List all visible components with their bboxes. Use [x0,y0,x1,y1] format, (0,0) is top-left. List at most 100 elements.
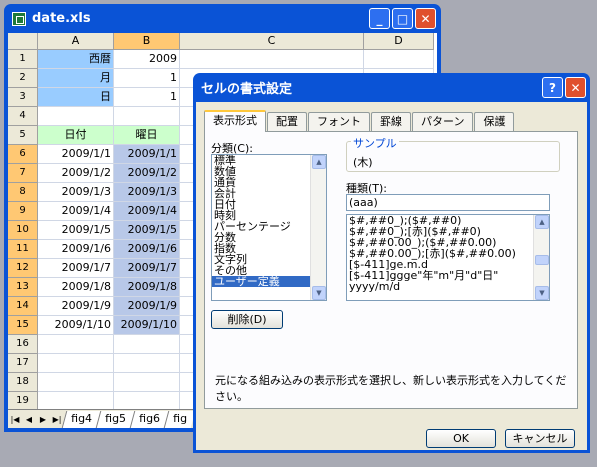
category-list[interactable]: 標準 数値 通貨 会計 日付 時刻 パーセンテージ 分数 指数 文字列 その他 ユーザー定義 ▲ ▼ [211,154,327,301]
cell-a6[interactable]: 2009/1/1 [38,145,114,164]
cell-b18[interactable] [114,373,180,392]
cell-b10[interactable]: 2009/1/5 [114,221,180,240]
scroll-up-icon[interactable]: ▲ [535,215,549,229]
row-header[interactable]: 2 [8,69,38,88]
cell-d1[interactable] [364,50,434,69]
row-header[interactable]: 1 [8,50,38,69]
cell-a7[interactable]: 2009/1/2 [38,164,114,183]
sample-value: (木) [353,156,373,169]
cell-b9[interactable]: 2009/1/4 [114,202,180,221]
cell-a16[interactable] [38,335,114,354]
row-header[interactable]: 4 [8,107,38,126]
excel-app-icon [12,11,26,26]
row-header[interactable]: 10 [8,221,38,240]
column-header-b[interactable]: B [114,33,180,50]
cell-a12[interactable]: 2009/1/7 [38,259,114,278]
cell-b17[interactable] [114,354,180,373]
maximize-button[interactable]: □ [392,8,413,29]
cell-b15[interactable]: 2009/1/10 [114,316,180,335]
cell-a8[interactable]: 2009/1/3 [38,183,114,202]
cell-a10[interactable]: 2009/1/5 [38,221,114,240]
row-header[interactable]: 9 [8,202,38,221]
cell-a11[interactable]: 2009/1/6 [38,240,114,259]
scroll-down-icon[interactable]: ▼ [312,286,326,300]
cell-b8[interactable]: 2009/1/3 [114,183,180,202]
tab-number[interactable]: 表示形式 [204,110,266,132]
cell-b5[interactable]: 曜日 [114,126,180,145]
cancel-button[interactable]: キャンセル [505,429,575,448]
close-button[interactable]: ✕ [415,8,436,29]
cell-b14[interactable]: 2009/1/9 [114,297,180,316]
cell-b1[interactable]: 2009 [114,50,180,69]
scroll-up-icon[interactable]: ▲ [312,155,326,169]
cell-a14[interactable]: 2009/1/9 [38,297,114,316]
row-header[interactable]: 14 [8,297,38,316]
delete-button[interactable]: 削除(D) [211,310,283,329]
type-input[interactable]: (aaa) [346,194,550,211]
row-header[interactable]: 13 [8,278,38,297]
ok-button[interactable]: OK [426,429,496,448]
cell-a9[interactable]: 2009/1/4 [38,202,114,221]
cell-a18[interactable] [38,373,114,392]
dialog-title-bar[interactable]: セルの書式設定 ? ✕ [196,73,587,102]
prev-sheet-icon[interactable]: ◀ [22,415,36,424]
cell-b11[interactable]: 2009/1/6 [114,240,180,259]
row-header[interactable]: 12 [8,259,38,278]
select-all-corner[interactable] [8,33,38,50]
format-scrollbar[interactable]: ▲ ▼ [533,215,549,300]
sheet-tab[interactable]: fig4 [61,410,101,428]
dialog-close-button[interactable]: ✕ [565,77,586,98]
cell-b16[interactable] [114,335,180,354]
row-header[interactable]: 7 [8,164,38,183]
tab-border[interactable]: 罫線 [371,112,411,132]
sheet-tab[interactable]: fig5 [95,410,135,428]
tab-alignment[interactable]: 配置 [267,112,307,132]
tab-protection[interactable]: 保護 [474,112,515,132]
minimize-button[interactable]: _ [369,8,390,29]
scroll-thumb[interactable] [535,255,549,265]
cell-a3[interactable]: 日 [38,88,114,107]
cell-b6[interactable]: 2009/1/1 [114,145,180,164]
row-header[interactable]: 18 [8,373,38,392]
cell-b7[interactable]: 2009/1/2 [114,164,180,183]
cell-b13[interactable]: 2009/1/8 [114,278,180,297]
row-header[interactable]: 15 [8,316,38,335]
cell-a4[interactable] [38,107,114,126]
last-sheet-icon[interactable]: ▶| [50,415,64,424]
cell-a17[interactable] [38,354,114,373]
row-header[interactable]: 11 [8,240,38,259]
category-item[interactable]: ユーザー定義 [212,276,326,287]
cell-a15[interactable]: 2009/1/10 [38,316,114,335]
cell-a2[interactable]: 月 [38,69,114,88]
first-sheet-icon[interactable]: |◀ [8,415,22,424]
row-header[interactable]: 3 [8,88,38,107]
scroll-down-icon[interactable]: ▼ [535,286,549,300]
next-sheet-icon[interactable]: ▶ [36,415,50,424]
cell-b12[interactable]: 2009/1/7 [114,259,180,278]
row-header[interactable]: 16 [8,335,38,354]
sheet-tab[interactable]: fig6 [129,410,169,428]
tab-pattern[interactable]: パターン [412,112,474,132]
cell-a5[interactable]: 日付 [38,126,114,145]
row-header[interactable]: 6 [8,145,38,164]
sheet-tab[interactable]: fig [163,410,195,428]
dialog-tabs: 表示形式 配置 フォント 罫線 パターン 保護 [204,110,515,132]
cell-a13[interactable]: 2009/1/8 [38,278,114,297]
row-header[interactable]: 5 [8,126,38,145]
cell-a1[interactable]: 西暦 [38,50,114,69]
cell-c1[interactable] [180,50,364,69]
format-list[interactable]: $#,##0_);($#,##0) $#,##0_);[赤]($#,##0) $#,… [346,214,550,301]
tab-font[interactable]: フォント [308,112,370,132]
excel-title-bar[interactable]: date.xls _ □ ✕ [8,4,437,33]
column-header-a[interactable]: A [38,33,114,50]
category-scrollbar[interactable]: ▲ ▼ [310,155,326,300]
row-header[interactable]: 8 [8,183,38,202]
column-header-c[interactable]: C [180,33,364,50]
column-header-d[interactable]: D [364,33,434,50]
cell-b2[interactable]: 1 [114,69,180,88]
row-header[interactable]: 17 [8,354,38,373]
cell-b4[interactable] [114,107,180,126]
cell-b3[interactable]: 1 [114,88,180,107]
format-item[interactable]: yyyy/m/d [347,281,549,292]
help-button[interactable]: ? [542,77,563,98]
